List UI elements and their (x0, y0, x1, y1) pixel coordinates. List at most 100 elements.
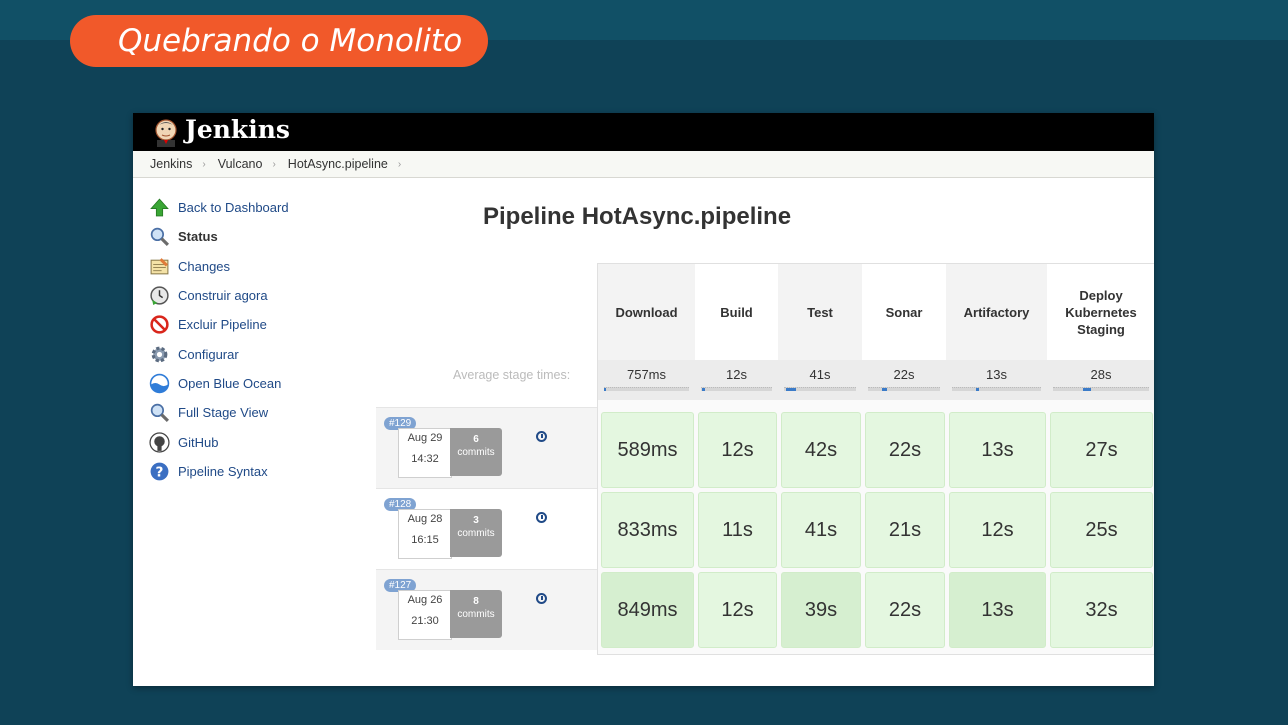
commit-count: 3 (473, 515, 479, 526)
run-time: 14:32 (411, 453, 439, 465)
jenkins-butler-icon (155, 119, 177, 147)
page-title: Pipeline HotAsync.pipeline (483, 203, 792, 230)
avg-bar (701, 387, 772, 391)
run-time: 16:15 (411, 534, 439, 546)
magnifier-icon (150, 404, 170, 423)
commit-count: 8 (473, 596, 479, 607)
avg-value: 757ms (626, 367, 667, 382)
run-row-128[interactable]: #128 Aug 28 16:15 3 commits (376, 488, 597, 569)
avg-bar (604, 387, 689, 391)
stage-cell-run129-build[interactable]: 12s (698, 412, 777, 488)
avg-bar-fill (1083, 388, 1091, 391)
gear-icon (151, 346, 168, 362)
stage-header-sonar: Sonar (862, 264, 946, 360)
avg-value: 13s (986, 367, 1007, 382)
commits-box[interactable]: 3 commits (450, 509, 502, 557)
stage-cell-run128-test[interactable]: 41s (781, 492, 861, 568)
run-date-box: Aug 26 21:30 (398, 590, 452, 640)
sidebar-item-changes[interactable]: Changes (149, 252, 369, 281)
breadcrumb: Jenkins › Vulcano › HotAsync.pipeline › (133, 151, 1154, 178)
sidebar-item-full-stage-view[interactable]: Full Stage View (149, 398, 369, 427)
avg-bar-fill (882, 388, 887, 391)
avg-value: 22s (893, 367, 915, 382)
blue-ocean-icon (149, 373, 170, 394)
run-date-box: Aug 28 16:15 (398, 509, 452, 559)
sidebar-item-label: Open Blue Ocean (178, 375, 282, 391)
jenkins-screenshot: Jenkins Jenkins › Vulcano › HotAsync.pip… (133, 113, 1154, 686)
stage-cell-run128-build[interactable]: 11s (698, 492, 777, 568)
notepad-icon (150, 257, 169, 275)
avg-bar (952, 387, 1041, 391)
info-icon[interactable] (536, 512, 547, 523)
sidebar-item-excluir-pipeline[interactable]: Excluir Pipeline (149, 310, 369, 339)
run-time: 21:30 (411, 615, 439, 627)
sidebar-item-back-to-dashboard[interactable]: Back to Dashboard (149, 193, 369, 222)
stage-cell-run129-test[interactable]: 42s (781, 412, 861, 488)
sidebar-item-label: Pipeline Syntax (178, 463, 268, 479)
info-icon[interactable] (536, 431, 547, 442)
commits-label: commits (457, 528, 495, 539)
arrow-up-icon (150, 198, 169, 217)
sidebar-item-open-blue-ocean[interactable]: Open Blue Ocean (149, 369, 369, 398)
stage-view-table: Download Build Test Sonar Artifactory De… (597, 263, 1154, 655)
avg-cell-test: 41s (778, 360, 862, 400)
stage-cell-run127-build[interactable]: 12s (698, 572, 777, 648)
stage-cell-run128-deploy[interactable]: 25s (1050, 492, 1153, 568)
sidebar-item-label: Excluir Pipeline (178, 317, 267, 333)
stage-header-deploy-kubernetes-staging: Deploy Kubernetes Staging (1047, 264, 1154, 360)
stage-cell-run127-download[interactable]: 849ms (601, 572, 694, 648)
stage-header-artifactory: Artifactory (946, 264, 1047, 360)
stage-cell-run129-deploy[interactable]: 27s (1050, 412, 1153, 488)
stage-cell-run128-sonar[interactable]: 21s (865, 492, 945, 568)
avg-cell-deploy: 28s (1047, 360, 1154, 400)
stage-cell-run128-artifactory[interactable]: 12s (949, 492, 1046, 568)
run-date: Aug 26 (407, 594, 443, 606)
avg-cell-download: 757ms (598, 360, 695, 400)
avg-bar-fill (976, 388, 979, 391)
stage-cell-run127-artifactory[interactable]: 13s (949, 572, 1046, 648)
run-date: Aug 28 (407, 513, 443, 525)
stage-cell-run127-test[interactable]: 39s (781, 572, 861, 648)
stage-cell-run129-sonar[interactable]: 22s (865, 412, 945, 488)
stage-header-test: Test (778, 264, 862, 360)
avg-bar (868, 387, 940, 391)
stage-cell-run127-sonar[interactable]: 22s (865, 572, 945, 648)
breadcrumb-vulcano[interactable]: Vulcano (218, 157, 263, 171)
run-row-127[interactable]: #127 Aug 26 21:30 8 commits (376, 569, 597, 650)
stage-cell-run129-artifactory[interactable]: 13s (949, 412, 1046, 488)
info-icon[interactable] (536, 593, 547, 604)
stage-cell-run128-download[interactable]: 833ms (601, 492, 694, 568)
jenkins-app-name[interactable]: Jenkins (185, 115, 290, 144)
avg-cell-build: 12s (695, 360, 778, 400)
breadcrumb-separator[interactable]: › (398, 159, 401, 170)
avg-cell-artifactory: 13s (946, 360, 1047, 400)
avg-value: 12s (726, 367, 747, 382)
magnifier-icon (150, 228, 170, 247)
breadcrumb-jenkins[interactable]: Jenkins (150, 157, 192, 171)
jenkins-header: Jenkins (133, 113, 1154, 151)
commits-box[interactable]: 8 commits (450, 590, 502, 638)
sidebar-item-pipeline-syntax[interactable]: ? Pipeline Syntax (149, 457, 369, 486)
run-row-129[interactable]: #129 Aug 29 14:32 6 commits (376, 407, 597, 488)
no-entry-icon (150, 315, 169, 334)
sidebar-item-label: Status (178, 229, 218, 245)
slide-title: Quebrando o Monolito (70, 15, 488, 67)
sidebar-item-label: Back to Dashboard (178, 200, 289, 216)
commit-count: 6 (473, 434, 479, 445)
breadcrumb-pipeline[interactable]: HotAsync.pipeline (288, 157, 388, 171)
stage-cell-run129-download[interactable]: 589ms (601, 412, 694, 488)
sidebar-item-status[interactable]: Status (149, 222, 369, 251)
sidebar-item-label: Changes (178, 258, 231, 274)
svg-text:?: ? (156, 465, 164, 481)
sidebar-item-construir-agora[interactable]: Construir agora (149, 281, 369, 310)
commits-label: commits (457, 447, 495, 458)
commits-label: commits (457, 609, 495, 620)
breadcrumb-separator: › (202, 158, 206, 170)
average-stage-times-label: Average stage times: (453, 368, 571, 382)
sidebar-item-github[interactable]: GitHub (149, 427, 369, 456)
commits-box[interactable]: 6 commits (450, 428, 502, 476)
run-date-box: Aug 29 14:32 (398, 428, 452, 478)
sidebar-item-configurar[interactable]: Configurar (149, 339, 369, 368)
stage-cell-run127-deploy[interactable]: 32s (1050, 572, 1153, 648)
avg-bar (1053, 387, 1149, 391)
